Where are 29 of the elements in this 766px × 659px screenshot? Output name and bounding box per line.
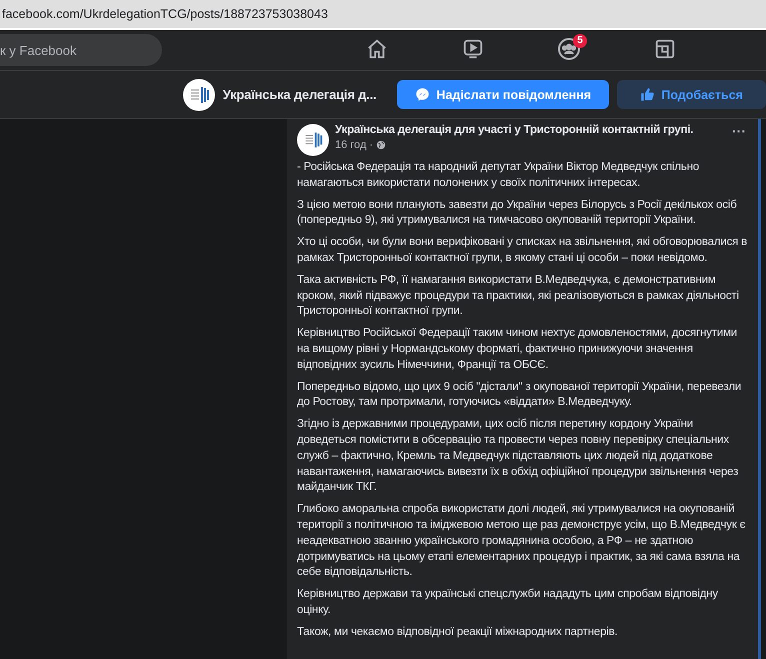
post-paragraph: З цією метою вони планують завезти до України через Білорусь з Росії декількох осіб (попередньо 9), які утримувалися на тимчасово окупованій території України. xyxy=(297,198,738,228)
thumbs-up-icon xyxy=(640,87,656,102)
like-button[interactable]: Подобається xyxy=(617,80,766,109)
notification-badge: 5 xyxy=(573,34,587,48)
post-paragraph: Керівництво Російської Федерації таким чином нехтує домовленостями, досягнутими на вищому рівні у Нормандському форматі, фактично принижуючи значення відповідних зусиль Німеччини, Франції та ОБСЄ. xyxy=(297,326,738,373)
post-paragraph: Керівництво держави та українські спецслужби нададуть цим спробам відповідну оцінку. xyxy=(297,587,719,618)
post-paragraph: Також, ми чекаємо відповідної реакції міжнародних партнерів. xyxy=(297,624,619,640)
post-paragraph: Глибоко аморальна спроба використати долі людей, які утримувалися на окупованій території з політичною та іміджевою метою ще раз демонструє усім, що В.Медведчук є неадекватною званню українського громадянина особою, а РФ – не здатною дотримуватись на цьому етапі елементарних процедур і практик, за які сама взяла на себе відповідальність. xyxy=(297,502,746,580)
globe-icon xyxy=(376,140,386,150)
home-icon xyxy=(366,38,388,60)
more-options-button[interactable]: ··· xyxy=(732,123,746,139)
post-paragraph: Попередньо відомо, що цих 9 осіб "дістали" з окупованої території України, перевезли до Ростову, там протримали, готуючись «віддати» В.Медведчуку. xyxy=(297,380,742,410)
people-icon xyxy=(557,36,581,60)
video-icon xyxy=(462,38,484,60)
post-author[interactable]: Українська делегація для участі у Тристоронній контактній групі. xyxy=(335,123,726,136)
post-paragraph: - Російська Федерація та народний депутат України Віктор Медведчук спільно намагаються використати полонених у своїх політичних інтересах. xyxy=(297,160,700,191)
search-field[interactable]: к у Facebook xyxy=(0,34,162,66)
post-paragraph: Така активність РФ, її намагання використати В.Медведчука, є демонстративним кроком, який підважує процедури та практики, які реалізовуються в рамках діяльності Тристоронньої контактної групи. xyxy=(297,272,740,320)
page-title: Українська делегація д... xyxy=(222,87,378,102)
address-bar[interactable]: facebook.com/UkrdelegationTCG/posts/188723753038043 xyxy=(0,0,766,30)
nav-tab[interactable]: 5 xyxy=(521,32,617,68)
page-avatar xyxy=(183,78,215,110)
post-paragraph: Згідно із державними процедурами, цих осіб після перетину кордону України доведеться помістити в обсервацію та провести через повну перевірку спеціальних служб – фактично, Кремль та Медведчук підставляють цих людей під додаткове навантаження, намагаючись вивезти їх в обхід офіційної процедури звільнення через майданчик ТКГ. xyxy=(297,417,740,496)
url-text: facebook.com/UkrdelegationTCG/posts/188723753038043 xyxy=(2,7,328,21)
post-time[interactable]: 16 год · xyxy=(335,139,374,151)
post-paragraph: Хто ці особи, чи були вони верифіковані у списках на звільнення, які обговорювалися в рамках Тристоронньої контактної групи, в якому стані ці особи – поки невідомо. xyxy=(297,235,748,266)
author-avatar xyxy=(297,124,329,156)
square-icon xyxy=(654,38,676,60)
messenger-icon xyxy=(415,87,430,102)
